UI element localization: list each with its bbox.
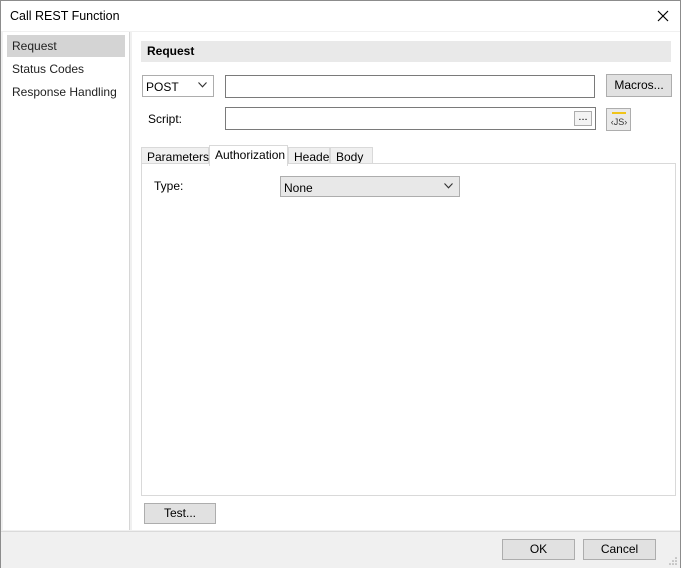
close-button[interactable]: [646, 1, 680, 31]
authorization-panel: Type: None: [141, 163, 676, 496]
cancel-button[interactable]: Cancel: [583, 539, 656, 560]
nav-item-label: Request: [12, 39, 57, 53]
script-input[interactable]: ...: [225, 107, 596, 130]
tab-label: Header: [294, 150, 334, 164]
chevron-down-icon: [198, 82, 207, 88]
nav-item-request[interactable]: Request: [7, 35, 125, 57]
js-script-button[interactable]: ‹JS›: [606, 108, 631, 131]
nav-item-status-codes[interactable]: Status Codes: [7, 58, 125, 80]
tab-label: Parameters: [147, 150, 210, 164]
nav-item-label: Status Codes: [12, 62, 85, 76]
call-rest-function-dialog: Call REST Function Request Status Codes …: [0, 0, 681, 568]
chevron-down-icon: [444, 183, 453, 189]
js-script-icon: ‹JS›: [611, 112, 628, 127]
method-value: POST: [146, 80, 179, 94]
nav-item-response-handling[interactable]: Response Handling: [7, 81, 125, 103]
method-select[interactable]: POST: [142, 75, 214, 97]
dialog-footer: OK Cancel: [1, 531, 680, 568]
url-input[interactable]: [225, 75, 595, 98]
close-icon: [657, 10, 669, 22]
script-label: Script:: [148, 112, 183, 126]
tab-label: Authorization: [215, 148, 286, 162]
title-bar: Call REST Function: [1, 1, 680, 31]
tab-label: Body: [336, 150, 364, 164]
auth-type-select[interactable]: None: [280, 176, 460, 197]
macros-button[interactable]: Macros...: [606, 74, 672, 97]
window-title: Call REST Function: [10, 9, 120, 23]
script-browse-button[interactable]: ...: [574, 111, 592, 126]
resize-grip-icon[interactable]: [668, 556, 678, 566]
nav-item-label: Response Handling: [12, 85, 117, 99]
navigation-list: Request Status Codes Response Handling: [3, 32, 130, 530]
auth-type-label: Type:: [154, 179, 184, 193]
test-button[interactable]: Test...: [144, 503, 216, 524]
svg-text:‹JS›: ‹JS›: [611, 117, 628, 127]
tab-authorization[interactable]: Authorization: [209, 145, 288, 166]
request-panel: Request POST Macros... Script: ... ‹JS› …: [132, 32, 680, 530]
section-header: Request: [141, 41, 671, 62]
auth-type-value: None: [284, 181, 313, 195]
ok-button[interactable]: OK: [502, 539, 575, 560]
